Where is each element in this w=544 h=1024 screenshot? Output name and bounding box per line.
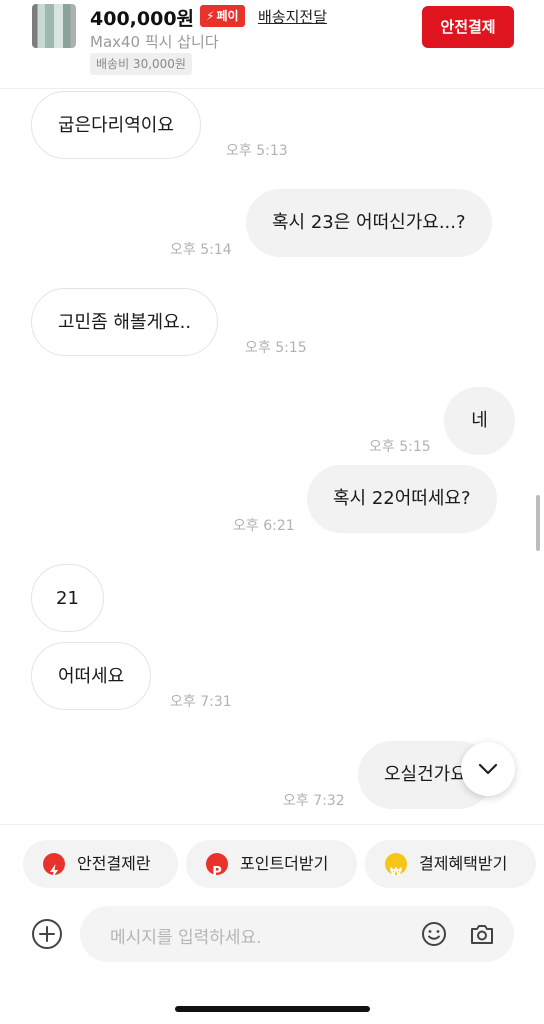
quick-action-benefits[interactable]: ₩ 결제혜택받기 bbox=[365, 840, 536, 888]
message-time: 오후 5:15 bbox=[369, 439, 431, 455]
message-bubble-incoming[interactable]: 고민좀 해볼게요.. bbox=[31, 288, 219, 356]
message-input[interactable]: 메시지를 입력하세요. bbox=[80, 906, 514, 962]
chat-scrollbar[interactable] bbox=[536, 495, 540, 551]
delivery-address-link[interactable]: 배송지전달 bbox=[258, 6, 327, 27]
scroll-to-bottom-button[interactable] bbox=[461, 742, 515, 796]
message-time: 오후 5:15 bbox=[245, 340, 307, 356]
quick-action-points[interactable]: P 포인트더받기 bbox=[186, 840, 357, 888]
point-icon: P bbox=[206, 853, 228, 880]
message-bubble-outgoing[interactable]: 네 bbox=[444, 387, 515, 455]
chevron-down-icon bbox=[478, 763, 498, 775]
lightning-icon: ⚡ bbox=[206, 9, 215, 23]
message-time: 오후 6:21 bbox=[233, 518, 295, 534]
message-bubble-incoming[interactable]: 어떠세요 bbox=[31, 642, 152, 710]
message-bubble-outgoing[interactable]: 혹시 22어떠세요? bbox=[307, 465, 497, 533]
quick-action-label: 포인트더받기 bbox=[240, 854, 329, 873]
emoji-icon[interactable] bbox=[420, 920, 448, 948]
quick-action-label: 안전결제란 bbox=[77, 854, 151, 873]
message-bubble-outgoing[interactable]: 혹시 23은 어떠신가요...? bbox=[246, 189, 492, 257]
won-coin-icon: ₩ bbox=[385, 853, 407, 879]
product-header: 400,000원 ⚡ 페이 배송지전달 Max40 픽시 삽니다 배송비 30,0… bbox=[0, 0, 544, 89]
message-bubble-incoming[interactable]: 21 bbox=[31, 564, 104, 632]
lightning-icon bbox=[43, 853, 65, 878]
home-indicator bbox=[175, 1006, 370, 1012]
message-time: 오후 5:13 bbox=[226, 143, 288, 159]
message-input-placeholder: 메시지를 입력하세요. bbox=[110, 928, 262, 948]
quick-action-label: 결제혜택받기 bbox=[419, 854, 508, 873]
svg-text:₩: ₩ bbox=[390, 866, 402, 879]
message-input-row: 메시지를 입력하세요. bbox=[0, 898, 544, 978]
message-bubble-incoming[interactable]: 굽은다리역이요 bbox=[31, 91, 201, 159]
shipping-fee-badge: 배송비 30,000원 bbox=[90, 53, 192, 75]
product-thumbnail[interactable] bbox=[32, 4, 76, 48]
safe-pay-button[interactable]: 안전결제 bbox=[422, 6, 514, 48]
svg-text:P: P bbox=[212, 865, 222, 880]
quick-action-safe-pay[interactable]: 안전결제란 bbox=[23, 840, 178, 888]
pay-badge-label: 페이 bbox=[216, 9, 239, 23]
message-time: 오후 7:31 bbox=[170, 694, 232, 710]
pay-badge: ⚡ 페이 bbox=[200, 5, 245, 27]
product-title: Max40 픽시 삽니다 bbox=[90, 33, 219, 51]
quick-actions-bar: 안전결제란 P 포인트더받기 ₩ 결제혜택받기 bbox=[0, 824, 544, 899]
chat-area[interactable]: 굽은다리역이요 오후 5:13 혹시 23은 어떠신가요...? 오후 5:14… bbox=[0, 89, 544, 823]
message-time: 오후 7:32 bbox=[283, 793, 345, 809]
add-attachment-icon[interactable] bbox=[31, 918, 63, 950]
camera-icon[interactable] bbox=[468, 920, 496, 948]
product-price: 400,000원 bbox=[90, 8, 195, 30]
message-time: 오후 5:14 bbox=[170, 242, 232, 258]
